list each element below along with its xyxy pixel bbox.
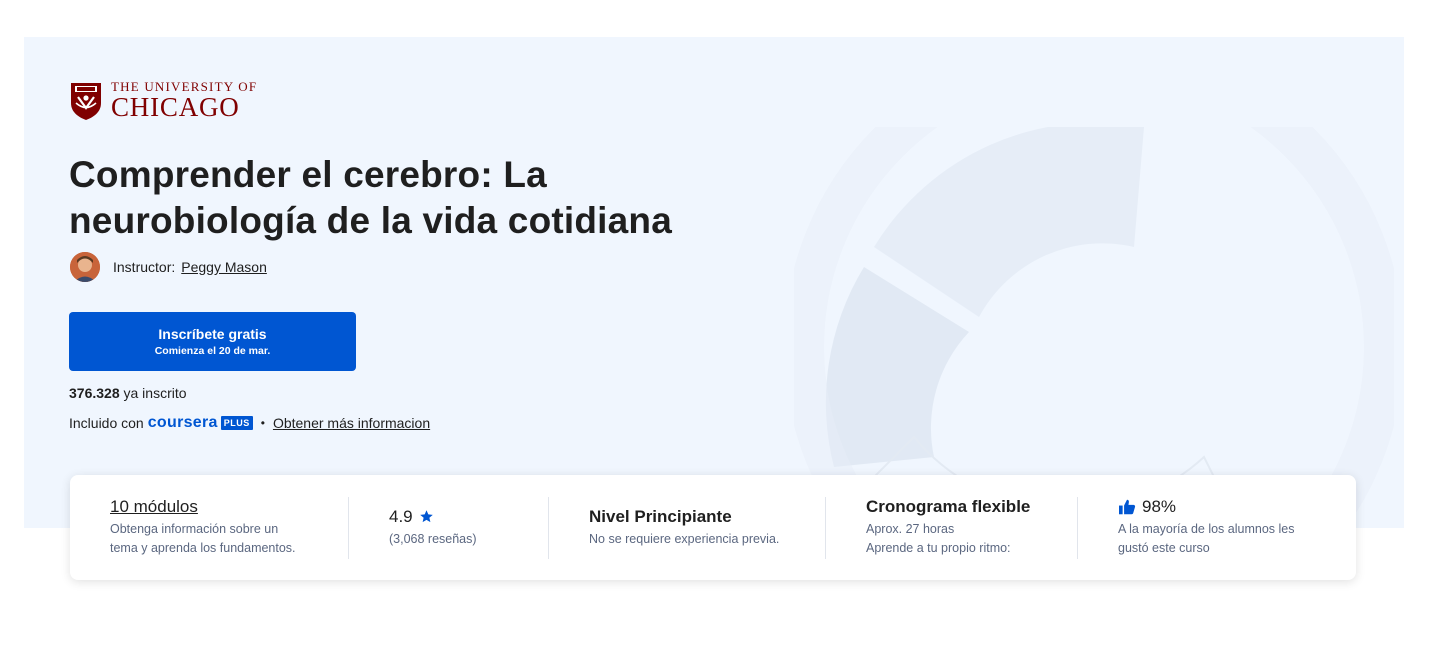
rating-value: 4.9	[389, 506, 413, 526]
logo-line-2: CHICAGO	[111, 92, 240, 122]
schedule-title: Cronograma flexible	[866, 497, 1031, 516]
stat-rating: 4.9 (3,068 reseñas)	[348, 496, 548, 559]
satisfaction-desc-line-1: A la mayoría de los alumnos les	[1118, 522, 1295, 536]
modules-desc-line-2: tema y aprenda los fundamentos.	[110, 541, 296, 555]
modules-description: Obtenga información sobre un tema y apre…	[110, 520, 348, 558]
avatar-image	[70, 252, 100, 282]
stat-schedule: Cronograma flexible Aprox. 27 horas Apre…	[825, 496, 1077, 559]
thumbs-up-icon	[1119, 499, 1136, 515]
plus-badge: PLUS	[220, 416, 253, 430]
stat-level: Nivel Principiante No se requiere experi…	[548, 496, 825, 559]
enrollment-suffix: ya inscrito	[123, 385, 187, 401]
included-label: Incluido con	[69, 415, 144, 431]
logo-text: THE UNIVERSITY OF CHICAGO	[111, 80, 257, 121]
separator-dot: •	[260, 416, 265, 430]
satisfaction-desc-line-2: gustó este curso	[1118, 541, 1210, 555]
course-stats-card: 10 módulos Obtenga información sobre un …	[70, 475, 1356, 580]
modules-desc-line-1: Obtenga información sobre un	[110, 522, 279, 536]
rating-value-row: 4.9	[389, 507, 548, 527]
instructor-label: Instructor:	[113, 259, 176, 275]
course-page: THE UNIVERSITY OF CHICAGO Comprender el …	[0, 0, 1450, 650]
included-with-row: Incluido con coursera PLUS • Obtener más…	[69, 414, 430, 432]
schedule-desc-line-1: Aprox. 27 horas	[866, 522, 955, 536]
level-description: No se requiere experiencia previa.	[589, 531, 780, 546]
coursera-logo: coursera	[147, 414, 218, 431]
enroll-button-label: Inscríbete gratis	[158, 326, 267, 342]
enrollment-count: 376.328 ya inscrito	[69, 385, 187, 401]
level-title: Nivel Principiante	[589, 506, 732, 526]
enrollment-number: 376.328	[69, 385, 120, 401]
enroll-button[interactable]: Inscríbete gratis Comienza el 20 de mar.	[69, 312, 356, 371]
hero-background-graphic	[794, 127, 1394, 528]
instructor-avatar[interactable]	[70, 252, 100, 282]
instructor-name-link[interactable]: Peggy Mason	[181, 259, 267, 275]
more-info-link[interactable]: Obtener más informacion	[273, 415, 430, 431]
schedule-desc-line-2: Aprende a tu propio ritmo:	[866, 541, 1011, 555]
schedule-description: Aprox. 27 horas Aprende a tu propio ritm…	[866, 520, 1077, 558]
satisfaction-value: 98%	[1142, 497, 1177, 516]
modules-link[interactable]: 10 módulos	[110, 497, 348, 517]
star-icon	[419, 510, 433, 523]
course-title: Comprender el cerebro: La neurobiología …	[69, 154, 673, 241]
hero-banner: THE UNIVERSITY OF CHICAGO Comprender el …	[24, 37, 1404, 528]
instructor-row: Instructor: Peggy Mason	[70, 252, 267, 282]
satisfaction-value-row: 98%	[1118, 497, 1356, 517]
stat-modules: 10 módulos Obtenga información sobre un …	[70, 497, 348, 559]
rating-reviews: (3,068 reseñas)	[389, 531, 477, 546]
university-crest-icon	[71, 82, 101, 120]
satisfaction-description: A la mayoría de los alumnos les gustó es…	[1118, 520, 1356, 558]
university-logo[interactable]: THE UNIVERSITY OF CHICAGO	[69, 80, 257, 121]
enroll-start-date: Comienza el 20 de mar.	[154, 345, 271, 357]
stat-satisfaction: 98% A la mayoría de los alumnos les gust…	[1077, 496, 1356, 559]
